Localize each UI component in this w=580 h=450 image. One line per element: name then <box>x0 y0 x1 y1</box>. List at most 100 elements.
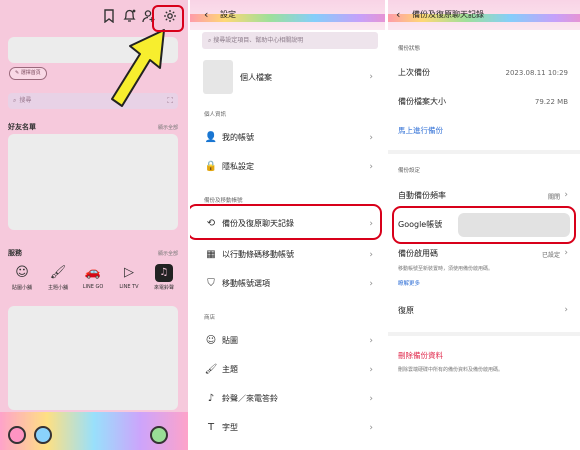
row-my-account[interactable]: 👤 我的帳號 › <box>190 126 385 150</box>
chevron-right-icon: › <box>369 336 373 346</box>
service-label: LINE GO <box>82 284 104 290</box>
highlight-gear-box <box>152 5 184 32</box>
back-chevron-icon[interactable]: ‹ <box>204 9 208 21</box>
privacy-lock-icon: 🔒 <box>204 161 218 172</box>
theme-decoration-footer <box>0 412 188 450</box>
section-heading-settings: 備份設定 <box>398 168 421 174</box>
shield-icon: ⛉ <box>207 278 215 289</box>
section-heading-store: 商店 <box>204 315 216 321</box>
chevron-right-icon: › <box>369 365 373 375</box>
chevron-right-icon: › <box>369 72 373 82</box>
backup-pin-description: 移動帳號至新裝置時，須使用備份啟用碼。 <box>398 266 494 272</box>
car-icon: 🚗 <box>84 265 102 280</box>
backup-pin-label[interactable]: 備份啟用碼 <box>398 248 438 259</box>
service-label: 主題小舖 <box>47 285 68 291</box>
row-label: 字型 <box>222 423 238 432</box>
theme-brush-icon: 🖌 <box>204 364 218 375</box>
delete-backup-description: 刪除雲端硬碟中所有的備份資料及備份啟用碼。 <box>398 367 504 373</box>
page-title: 設定 <box>220 10 236 19</box>
row-stickers[interactable]: ☺ 貼圖 › <box>190 329 385 353</box>
last-backup-label: 上次備份 <box>398 68 430 77</box>
row-fonts[interactable]: T 字型 › <box>190 416 385 440</box>
row-label: 以行動條碼移動帳號 <box>222 250 294 259</box>
chevron-right-icon: › <box>564 305 568 315</box>
person-icon: 👤 <box>204 132 218 143</box>
search-placeholder: 搜尋設定項目、幫助中心相關說明 <box>213 37 304 44</box>
brush-icon: 🖌 <box>49 265 67 280</box>
play-icon: ▷ <box>124 265 134 280</box>
chevron-right-icon: › <box>369 133 373 143</box>
chevron-right-icon: › <box>369 394 373 404</box>
delete-backup-link[interactable]: 刪除備份資料 <box>398 350 443 361</box>
chevron-right-icon: › <box>369 250 373 260</box>
settings-search-input[interactable]: ⌕ 搜尋設定項目、幫助中心相關說明 <box>202 32 378 49</box>
service-label: 貼圖小舖 <box>11 285 32 291</box>
service-line-go[interactable]: 🚗 LINE GO <box>77 264 109 290</box>
friends-heading: 好友名單 <box>8 123 36 131</box>
section-heading-status: 備份狀態 <box>398 46 421 52</box>
section-heading-backup: 備份及移動帳號 <box>204 198 243 204</box>
profile-avatar <box>203 60 233 94</box>
sticker-icon: ☺ <box>205 335 217 346</box>
restore-label[interactable]: 復原 <box>398 305 414 316</box>
content-card-placeholder <box>8 306 178 410</box>
backup-size-label: 備份檔案大小 <box>398 97 446 106</box>
row-label: 我的帳號 <box>222 133 254 142</box>
chevron-right-icon: › <box>564 248 568 258</box>
font-icon: T <box>207 422 215 433</box>
auto-backup-label[interactable]: 自動備份頻率 <box>398 190 446 201</box>
service-label: LINE TV <box>119 284 139 290</box>
qr-code-icon: ▦ <box>206 249 216 260</box>
learn-more-link[interactable]: 瞭解更多 <box>398 279 420 287</box>
profile-row-label[interactable]: 個人檔案 <box>240 72 272 83</box>
line-home-panel: ✎ 選擇首頁 ⌕ 搜尋 ⛶ 好友名單 顯示全部 服務 顯示全部 ☺ 貼圖小舖 🖌 … <box>0 0 188 450</box>
services-show-all-link[interactable]: 顯示全部 <box>158 250 178 257</box>
service-line-tv[interactable]: ▷ LINE TV <box>113 264 145 290</box>
page-title: 備份及復原聊天記錄 <box>412 10 484 19</box>
row-label: 移動帳號選項 <box>222 279 270 288</box>
chevron-right-icon: › <box>564 190 568 200</box>
chevron-right-icon: › <box>369 162 373 172</box>
bell-icon[interactable] <box>121 9 137 25</box>
search-icon: ⌕ <box>13 97 17 104</box>
pointer-arrow <box>111 29 165 107</box>
character-decoration <box>8 426 26 444</box>
row-label: 貼圖 <box>222 336 238 345</box>
row-label: 主題 <box>222 365 238 374</box>
highlight-google-account-box <box>392 206 576 244</box>
character-decoration <box>150 426 168 444</box>
music-store-icon: ♫ <box>155 264 173 282</box>
music-note-icon: ♪ <box>207 393 215 404</box>
smiley-icon: ☺ <box>15 265 29 280</box>
backup-size-value: 79.22 MB <box>534 98 568 106</box>
auto-backup-value: 關閉 <box>547 194 560 201</box>
row-themes[interactable]: 🖌 主題 › <box>190 358 385 382</box>
row-transfer-options[interactable]: ⛉ 移動帳號選項 › <box>190 272 385 296</box>
back-chevron-icon[interactable]: ‹ <box>396 9 400 21</box>
service-ringtone[interactable]: ♫ 來電鈴聲 <box>148 264 180 291</box>
service-sticker-shop[interactable]: ☺ 貼圖小舖 <box>6 264 38 291</box>
backup-restore-panel: ‹ 備份及復原聊天記錄 備份狀態 上次備份 2023.08.11 10:29 備… <box>388 0 580 450</box>
row-qr-transfer[interactable]: ▦ 以行動條碼移動帳號 › <box>190 243 385 267</box>
search-placeholder: 搜尋 <box>19 97 32 104</box>
qr-scan-icon[interactable]: ⛶ <box>167 93 173 109</box>
service-theme-shop[interactable]: 🖌 主題小舖 <box>42 264 74 291</box>
backup-now-link[interactable]: 馬上進行備份 <box>398 125 443 136</box>
highlight-backup-row-box <box>190 204 382 240</box>
bookmark-icon[interactable] <box>101 9 117 25</box>
friends-list-placeholder <box>8 134 178 230</box>
last-backup-value: 2023.08.11 10:29 <box>505 69 568 77</box>
choose-homepage-chip[interactable]: ✎ 選擇首頁 <box>9 67 47 80</box>
character-decoration <box>34 426 52 444</box>
services-heading: 服務 <box>8 249 22 257</box>
backup-pin-value: 已設定 <box>541 252 560 259</box>
section-separator <box>388 332 580 336</box>
row-privacy[interactable]: 🔒 隱私設定 › <box>190 155 385 179</box>
chevron-right-icon: › <box>369 423 373 433</box>
chevron-right-icon: › <box>369 279 373 289</box>
friends-show-all-link[interactable]: 顯示全部 <box>158 124 178 131</box>
settings-panel: ‹ 設定 ⌕ 搜尋設定項目、幫助中心相關說明 個人檔案 › 個人資訊 👤 我的帳… <box>190 0 385 450</box>
row-label: 鈴聲／來電答鈴 <box>222 394 278 403</box>
row-ringtones[interactable]: ♪ 鈴聲／來電答鈴 › <box>190 387 385 411</box>
row-label: 隱私設定 <box>222 162 254 171</box>
